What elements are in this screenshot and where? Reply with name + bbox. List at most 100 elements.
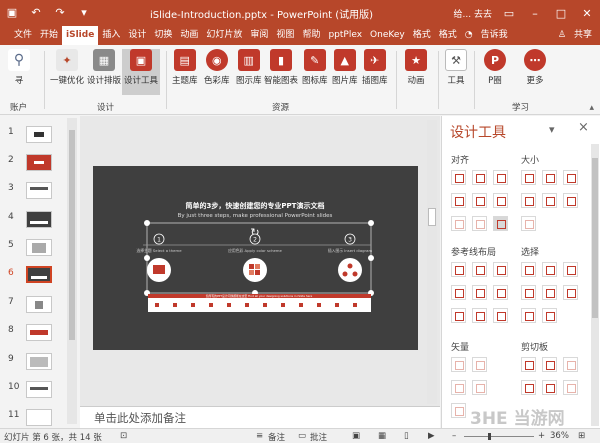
collapse-ribbon-icon[interactable]: ▴ <box>589 103 594 113</box>
guide-left-icon[interactable] <box>451 262 466 277</box>
guide-fill-width-icon[interactable] <box>451 308 466 323</box>
comments-toggle[interactable]: 批注 <box>310 431 327 443</box>
vector-subtract-icon[interactable] <box>451 403 466 418</box>
slide-thumbnail[interactable] <box>26 409 52 426</box>
align-top-icon[interactable] <box>451 193 466 208</box>
cut-icon[interactable] <box>563 357 578 372</box>
maximize-icon[interactable]: □ <box>548 0 574 26</box>
sorter-view-icon[interactable]: ▦ <box>378 431 386 441</box>
zoom-slider-thumb[interactable] <box>488 433 491 440</box>
slide-thumbnail[interactable] <box>26 126 52 143</box>
slide-thumbnail[interactable] <box>26 353 52 370</box>
align-center-icon[interactable] <box>472 170 487 185</box>
thumbnail-scroll-thumb[interactable] <box>69 130 75 340</box>
design-tools-button[interactable]: ▣ 设计工具 <box>122 49 161 95</box>
select-group-icon[interactable] <box>521 308 536 323</box>
illustration-library-button[interactable]: ✈ 插图库 <box>362 49 388 86</box>
ribbon-options-icon[interactable]: ▭ <box>496 0 522 26</box>
image-library-button[interactable]: ▲ 图片库 <box>332 49 358 86</box>
zoom-level[interactable]: 36% <box>550 431 569 441</box>
tab-home[interactable]: 开始 <box>36 26 62 45</box>
size-center-icon[interactable] <box>542 193 557 208</box>
zoom-in-icon[interactable]: + <box>538 431 545 441</box>
tell-me[interactable]: 告诉我 <box>477 26 512 45</box>
select-magic-icon[interactable] <box>563 262 578 277</box>
select-cursor-icon[interactable] <box>563 285 578 300</box>
redo-icon[interactable]: ↷ <box>52 4 68 20</box>
guide-bottom-icon[interactable] <box>493 285 508 300</box>
vector-intersect-icon[interactable] <box>472 380 487 395</box>
select-same-size-icon[interactable] <box>542 262 557 277</box>
tools-button[interactable]: ⚒ 工具 <box>445 49 467 86</box>
tab-islide[interactable]: iSlide <box>62 26 99 45</box>
diagram-library-button[interactable]: ▥ 图示库 <box>236 49 262 86</box>
align-grid-icon[interactable] <box>493 216 508 231</box>
zoom-out-icon[interactable]: – <box>452 431 456 441</box>
customize-icon[interactable]: ▾ <box>76 4 92 20</box>
panel-close-icon[interactable]: × <box>578 120 589 135</box>
align-bottom-icon[interactable] <box>493 193 508 208</box>
tab-review[interactable]: 审阅 <box>246 26 272 45</box>
distribute-vertical-icon[interactable] <box>472 216 487 231</box>
fit-slide-icon[interactable]: ⊞ <box>578 431 585 441</box>
reading-view-icon[interactable]: ▯ <box>404 431 409 441</box>
design-layout-button[interactable]: ▦ 设计排版 <box>87 49 121 86</box>
notes-area[interactable]: 单击此处添加备注 <box>80 406 440 428</box>
thumbnail-scrollbar[interactable] <box>67 118 77 424</box>
p-circle-button[interactable]: P P圈 <box>484 49 506 86</box>
tab-insert[interactable]: 插入 <box>98 26 124 45</box>
same-height-icon[interactable] <box>542 170 557 185</box>
paste-format-icon[interactable] <box>521 380 536 395</box>
slide-thumbnail[interactable] <box>26 211 52 228</box>
tab-help[interactable]: 帮助 <box>298 26 324 45</box>
smart-chart-button[interactable]: ▮ 智能图表 <box>264 49 298 86</box>
size-scale-icon[interactable] <box>521 216 536 231</box>
panel-dropdown-icon[interactable]: ▾ <box>549 123 555 136</box>
save-icon[interactable]: ▣ <box>4 4 20 20</box>
select-same-color-icon[interactable] <box>521 285 536 300</box>
current-slide[interactable]: 简单的3步，快速创建您的专业PPT演示文档 By just three step… <box>93 166 418 350</box>
slide-thumbnail[interactable] <box>26 296 52 313</box>
more-button[interactable]: ⋯ 更多 <box>524 49 546 86</box>
tab-transitions[interactable]: 切换 <box>150 26 176 45</box>
slide-thumbnail[interactable] <box>26 239 52 256</box>
one-click-optimize-button[interactable]: ✦ 一键优化 <box>50 49 84 86</box>
tab-design[interactable]: 设计 <box>124 26 150 45</box>
slide-thumbnail[interactable] <box>26 182 52 199</box>
align-left-icon[interactable] <box>451 170 466 185</box>
paste-icon[interactable] <box>542 357 557 372</box>
slide-thumbnail[interactable] <box>26 154 52 171</box>
notes-toggle[interactable]: 备注 <box>268 431 285 443</box>
vector-combine-icon[interactable] <box>472 357 487 372</box>
align-right-icon[interactable] <box>493 170 508 185</box>
panel-scrollbar[interactable] <box>591 144 599 426</box>
zoom-slider[interactable] <box>464 433 534 440</box>
vector-fragment-icon[interactable] <box>451 380 466 395</box>
canvas-scroll-thumb[interactable] <box>428 208 436 226</box>
close-window-icon[interactable]: ✕ <box>574 0 600 26</box>
tab-pptplex[interactable]: pptPlex <box>324 26 366 45</box>
paste-size-icon[interactable] <box>542 380 557 395</box>
animation-button[interactable]: ★ 动画 <box>405 49 427 86</box>
tab-slideshow[interactable]: 幻灯片放 <box>202 26 246 45</box>
size-right-icon[interactable] <box>563 193 578 208</box>
slide-thumbnail[interactable] <box>26 381 52 398</box>
select-similar-icon[interactable] <box>521 262 536 277</box>
paste-position-icon[interactable] <box>563 380 578 395</box>
comments-icon[interactable]: ▭ <box>298 431 306 441</box>
distribute-horizontal-icon[interactable] <box>451 216 466 231</box>
account-button[interactable]: ⚲ 寻 <box>8 49 30 86</box>
tab-animations[interactable]: 动画 <box>176 26 202 45</box>
slide-thumbnail-selected[interactable] <box>26 266 52 283</box>
tab-format[interactable]: 格式 <box>409 26 435 45</box>
guide-fill-all-icon[interactable] <box>493 308 508 323</box>
guide-fill-height-icon[interactable] <box>472 308 487 323</box>
guide-right-icon[interactable] <box>493 262 508 277</box>
vector-union-icon[interactable] <box>451 357 466 372</box>
color-library-button[interactable]: ◉ 色彩库 <box>204 49 230 86</box>
panel-scroll-thumb[interactable] <box>592 158 598 318</box>
icon-library-button[interactable]: ✎ 图标库 <box>302 49 328 86</box>
same-width-icon[interactable] <box>521 170 536 185</box>
copy-icon[interactable] <box>521 357 536 372</box>
canvas-scrollbar[interactable] <box>427 120 437 404</box>
